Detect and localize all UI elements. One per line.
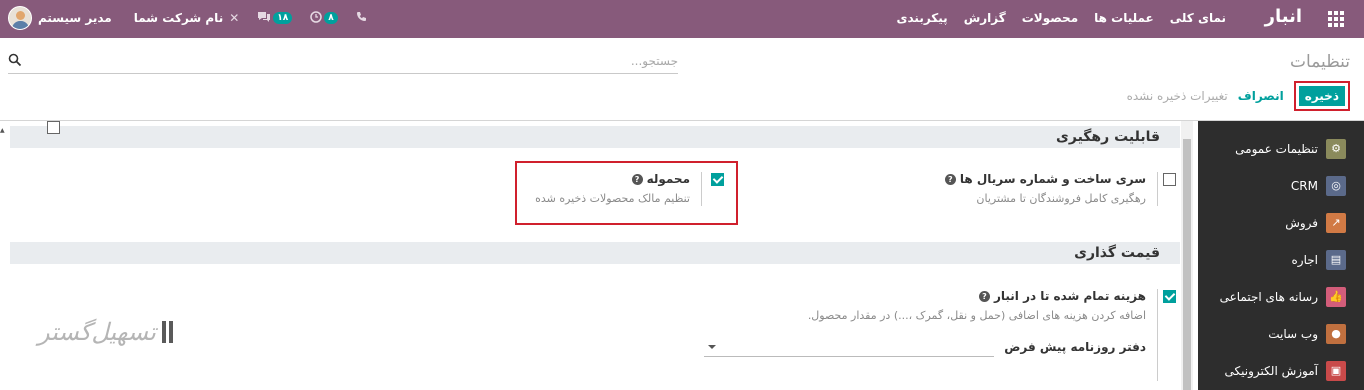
search-input[interactable] bbox=[38, 50, 678, 72]
sidebar-item-label: وب سایت bbox=[1268, 326, 1318, 341]
sidebar-item-label: رسانه های اجتماعی bbox=[1219, 289, 1318, 304]
watermark-text: تسهیل‌گستر bbox=[38, 318, 156, 346]
crm-icon: ◎ bbox=[1326, 175, 1346, 196]
save-button[interactable]: ذخیره bbox=[1298, 86, 1345, 106]
settings-content: قابلیت رهگیری سری ساخت و شماره سریال ها?… bbox=[10, 121, 1180, 390]
sidebar-item-label: CRM bbox=[1290, 178, 1318, 193]
menu-item-configuration[interactable]: پیکربندی bbox=[897, 11, 948, 25]
user-avatar[interactable] bbox=[8, 6, 32, 30]
apps-menu-icon[interactable] bbox=[1328, 11, 1344, 27]
save-highlight: ذخیره bbox=[1293, 81, 1350, 111]
settings-sidebar: ⚙ تنظیمات عمومی ◎ CRM ↗ فروش ▤ اجاره 👍 ر… bbox=[1198, 121, 1364, 390]
help-icon[interactable]: ? bbox=[978, 291, 990, 302]
section-traceability-title: قابلیت رهگیری bbox=[10, 126, 1180, 148]
activities-count-badge: ۸ bbox=[324, 12, 338, 24]
messages-count-badge: ۱۸ bbox=[273, 12, 293, 24]
form-buttons: ذخیره انصراف تغییرات ذخیره نشده bbox=[1127, 81, 1350, 111]
default-journal-field: دفتر روزنامه پیش فرض bbox=[704, 337, 1146, 357]
default-journal-select[interactable] bbox=[704, 337, 995, 357]
menu-item-products[interactable]: محصولات bbox=[1022, 11, 1078, 25]
setting-lots-serials: سری ساخت و شماره سریال ها? رهگیری کامل ف… bbox=[944, 172, 1176, 206]
discard-button[interactable]: انصراف bbox=[1238, 89, 1284, 103]
placeholder bbox=[47, 121, 60, 134]
chart-icon: ↗ bbox=[1326, 212, 1346, 233]
sidebar-item-sales[interactable]: ↗ فروش bbox=[1198, 204, 1364, 241]
search-bar bbox=[8, 50, 678, 74]
lots-serials-title: سری ساخت و شماره سریال ها bbox=[959, 172, 1146, 186]
gear-icon: ⚙ bbox=[1326, 138, 1346, 159]
app-brand[interactable]: انبار bbox=[1265, 6, 1302, 27]
default-journal-label: دفتر روزنامه پیش فرض bbox=[1004, 340, 1146, 354]
help-icon[interactable]: ? bbox=[631, 174, 643, 185]
top-navbar: انبار نمای کلی عملیات ها محصولات گزارش پ… bbox=[0, 0, 1364, 38]
user-name[interactable]: مدیر سیستم bbox=[38, 11, 112, 25]
section-valuation-title: قیمت گذاری bbox=[10, 242, 1180, 264]
company-switch-icon[interactable]: ✕ bbox=[229, 11, 239, 25]
elearning-icon: ▣ bbox=[1326, 360, 1346, 381]
search-icon[interactable] bbox=[8, 53, 22, 67]
sidebar-item-general-settings[interactable]: ⚙ تنظیمات عمومی bbox=[1198, 130, 1364, 167]
thumbs-up-icon: 👍 bbox=[1326, 286, 1346, 307]
watermark-bars-icon bbox=[161, 321, 173, 343]
setting-consignment: محموله? تنظیم مالک محصولات ذخیره شده bbox=[535, 172, 724, 206]
systray: مدیر سیستم نام شرکت شما ✕ ۱۸ ۸ bbox=[8, 6, 367, 30]
landed-costs-title: هزینه تمام شده تا در انبار bbox=[993, 289, 1146, 303]
lots-serials-desc: رهگیری کامل فروشندگان تا مشتریان bbox=[976, 192, 1146, 205]
sidebar-item-crm[interactable]: ◎ CRM bbox=[1198, 167, 1364, 204]
sidebar-item-rental[interactable]: ▤ اجاره bbox=[1198, 241, 1364, 278]
page-title: تنظیمات bbox=[1290, 52, 1350, 72]
landed-costs-desc: اضافه کردن هزینه های اضافی (حمل و نقل، گ… bbox=[807, 309, 1146, 322]
consignment-title: محموله bbox=[646, 172, 690, 186]
rental-icon: ▤ bbox=[1326, 249, 1346, 270]
sidebar-item-social[interactable]: 👍 رسانه های اجتماعی bbox=[1198, 278, 1364, 315]
main-menu: نمای کلی عملیات ها محصولات گزارش پیکربند… bbox=[897, 11, 1227, 25]
globe-icon: ● bbox=[1326, 323, 1346, 344]
consignment-checkbox[interactable] bbox=[711, 173, 724, 186]
sidebar-item-label: آموزش الکترونیکی bbox=[1224, 363, 1318, 378]
landed-costs-checkbox[interactable] bbox=[1163, 290, 1176, 303]
menu-item-operations[interactable]: عملیات ها bbox=[1094, 11, 1154, 25]
sidebar-item-label: اجاره bbox=[1291, 252, 1319, 267]
menu-item-reporting[interactable]: گزارش bbox=[964, 11, 1006, 25]
watermark-logo: تسهیل‌گستر bbox=[38, 318, 173, 346]
scroll-up-arrow-icon[interactable]: ▲ bbox=[0, 127, 5, 134]
sidebar-item-label: تنظیمات عمومی bbox=[1235, 141, 1318, 156]
unsaved-changes-label: تغییرات ذخیره نشده bbox=[1126, 89, 1228, 103]
messages-icon[interactable] bbox=[257, 11, 271, 26]
lots-serials-checkbox[interactable] bbox=[1163, 173, 1176, 186]
sidebar-item-website[interactable]: ● وب سایت bbox=[1198, 315, 1364, 352]
menu-item-overview[interactable]: نمای کلی bbox=[1170, 11, 1226, 25]
phone-icon[interactable] bbox=[356, 11, 367, 25]
setting-landed-costs: هزینه تمام شده تا در انبار? اضافه کردن ه… bbox=[807, 289, 1176, 381]
settings-scrollbar[interactable] bbox=[1181, 121, 1193, 390]
sidebar-item-elearning[interactable]: ▣ آموزش الکترونیکی bbox=[1198, 352, 1364, 389]
consignment-desc: تنظیم مالک محصولات ذخیره شده bbox=[535, 192, 690, 205]
company-name[interactable]: نام شرکت شما bbox=[134, 11, 223, 25]
sidebar-item-label: فروش bbox=[1285, 215, 1318, 230]
help-icon[interactable]: ? bbox=[944, 174, 956, 185]
activity-clock-icon[interactable] bbox=[310, 10, 323, 26]
